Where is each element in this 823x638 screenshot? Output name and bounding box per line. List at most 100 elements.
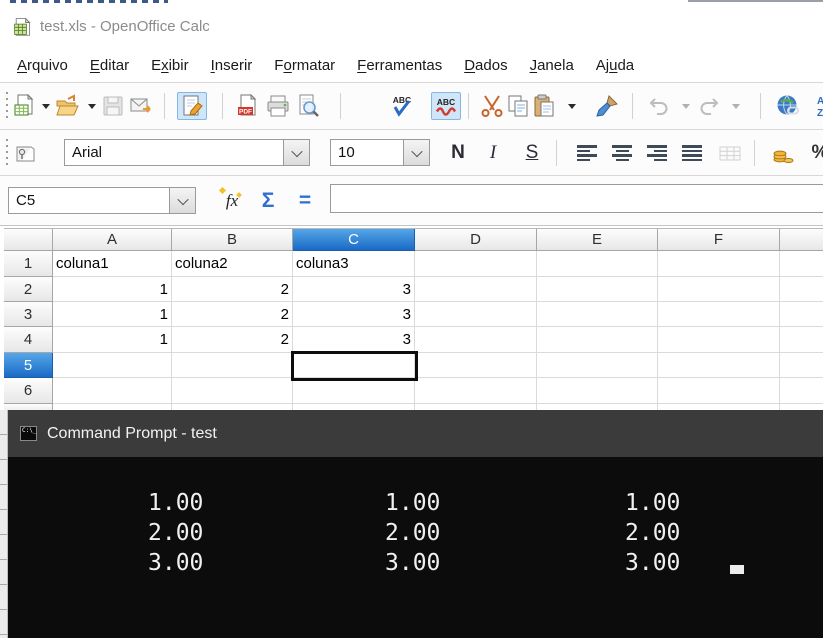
merge-cells-button-disabled[interactable] (716, 139, 744, 167)
row-header-4[interactable]: 4 (4, 327, 53, 353)
col-header-e[interactable]: E (537, 229, 658, 251)
edit-mode-button-active[interactable] (177, 92, 207, 120)
cell-g6[interactable] (780, 378, 823, 404)
export-pdf-button[interactable]: PDF (234, 92, 262, 120)
col-header-b[interactable]: B (172, 229, 293, 251)
cell-a5[interactable] (53, 353, 172, 378)
font-size-combobox[interactable]: 10 (330, 139, 430, 166)
cell-a1[interactable]: coluna1 (53, 251, 172, 277)
function-equals-button[interactable]: = (291, 187, 319, 215)
align-right-button[interactable] (643, 139, 671, 167)
function-wizard-button[interactable]: fx (218, 187, 246, 215)
new-document-dropdown[interactable] (42, 104, 50, 109)
menu-arquivo[interactable]: Arquivo (6, 53, 79, 78)
cell-f3[interactable] (658, 302, 780, 327)
menu-inserir[interactable]: Inserir (200, 53, 264, 78)
bold-button[interactable]: N (444, 139, 472, 167)
cell-a4[interactable]: 1 (53, 327, 172, 353)
cell-b4[interactable]: 2 (172, 327, 293, 353)
cell-g1[interactable] (780, 251, 823, 277)
open-button[interactable] (53, 92, 81, 120)
cell-f2[interactable] (658, 277, 780, 302)
align-left-button[interactable] (573, 139, 601, 167)
name-box-dropdown[interactable] (169, 188, 195, 213)
sum-button[interactable]: Σ (254, 187, 282, 215)
formula-input[interactable] (330, 184, 823, 213)
cmd-console[interactable]: 1.001.001.00 2.002.002.00 3.003.003.00 (8, 457, 823, 638)
cell-b6[interactable] (172, 378, 293, 404)
print-button[interactable] (264, 92, 292, 120)
cell-a6[interactable] (53, 378, 172, 404)
spellcheck-button[interactable]: ABC (388, 92, 416, 120)
autospellcheck-button-active[interactable]: ABC (431, 92, 461, 120)
cell-c1[interactable]: coluna3 (293, 251, 415, 277)
row-header-2[interactable]: 2 (4, 277, 53, 302)
cell-d4[interactable] (415, 327, 537, 353)
cell-f5[interactable] (658, 353, 780, 378)
percent-format-button-clipped[interactable]: % (806, 139, 823, 167)
cell-d1[interactable] (415, 251, 537, 277)
cell-c4[interactable]: 3 (293, 327, 415, 353)
cell-g3[interactable] (780, 302, 823, 327)
cell-b1[interactable]: coluna2 (172, 251, 293, 277)
font-name-dropdown[interactable] (283, 140, 309, 165)
col-header-f[interactable]: F (658, 229, 780, 251)
cell-e3[interactable] (537, 302, 658, 327)
cell-e1[interactable] (537, 251, 658, 277)
cell-a3[interactable]: 1 (53, 302, 172, 327)
cell-d5[interactable] (415, 353, 537, 378)
menu-exibir[interactable]: Exibir (140, 53, 200, 78)
name-box[interactable]: C5 (8, 187, 196, 214)
paste-button[interactable] (531, 92, 559, 120)
font-size-dropdown[interactable] (403, 140, 429, 165)
font-name-combobox[interactable]: Arial (64, 139, 310, 166)
cell-a2[interactable]: 1 (53, 277, 172, 302)
paste-dropdown[interactable] (568, 104, 576, 109)
format-paintbrush-button[interactable] (593, 92, 621, 120)
cell-f1[interactable] (658, 251, 780, 277)
align-center-button[interactable] (608, 139, 636, 167)
cell-g4[interactable] (780, 327, 823, 353)
cell-b2[interactable]: 2 (172, 277, 293, 302)
corner-header[interactable] (4, 229, 53, 251)
menu-dados[interactable]: Dados (453, 53, 518, 78)
cell-g5[interactable] (780, 353, 823, 378)
toolbar-grip[interactable] (4, 139, 9, 167)
redo-dropdown[interactable] (732, 104, 740, 109)
italic-button[interactable]: I (479, 139, 507, 167)
cell-d6[interactable] (415, 378, 537, 404)
cell-c6[interactable] (293, 378, 415, 404)
cell-b5[interactable] (172, 353, 293, 378)
undo-button-disabled[interactable] (645, 92, 673, 120)
undo-dropdown[interactable] (682, 104, 690, 109)
page-preview-button[interactable] (294, 92, 322, 120)
menu-janela[interactable]: Janela (519, 53, 585, 78)
cell-e6[interactable] (537, 378, 658, 404)
cell-c3[interactable]: 3 (293, 302, 415, 327)
cmd-titlebar[interactable]: C:\_ Command Prompt - test (8, 410, 823, 457)
menu-ferramentas[interactable]: Ferramentas (346, 53, 453, 78)
cell-e5[interactable] (537, 353, 658, 378)
sort-button-clipped[interactable]: AZ (808, 92, 823, 120)
hyperlink-button[interactable] (774, 92, 802, 120)
copy-button[interactable] (505, 92, 533, 120)
cell-b3[interactable]: 2 (172, 302, 293, 327)
cell-c5-active[interactable] (293, 353, 415, 378)
email-button[interactable] (128, 92, 156, 120)
cell-f4[interactable] (658, 327, 780, 353)
open-dropdown[interactable] (88, 104, 96, 109)
cell-d2[interactable] (415, 277, 537, 302)
calc-titlebar[interactable]: test.xls - OpenOffice Calc (0, 8, 823, 44)
menu-ajuda[interactable]: Ajuda (585, 53, 645, 78)
row-header-3[interactable]: 3 (4, 302, 53, 327)
col-header-c-selected[interactable]: C (293, 229, 415, 251)
row-header-6[interactable]: 6 (4, 378, 53, 404)
menu-editar[interactable]: Editar (79, 53, 140, 78)
justify-button[interactable] (678, 139, 706, 167)
underline-button[interactable]: S (518, 139, 546, 167)
toolbar-grip[interactable] (4, 92, 9, 120)
redo-button-disabled[interactable] (695, 92, 723, 120)
currency-format-button[interactable] (769, 139, 797, 167)
col-header-a[interactable]: A (53, 229, 172, 251)
save-button-disabled[interactable] (99, 92, 127, 120)
